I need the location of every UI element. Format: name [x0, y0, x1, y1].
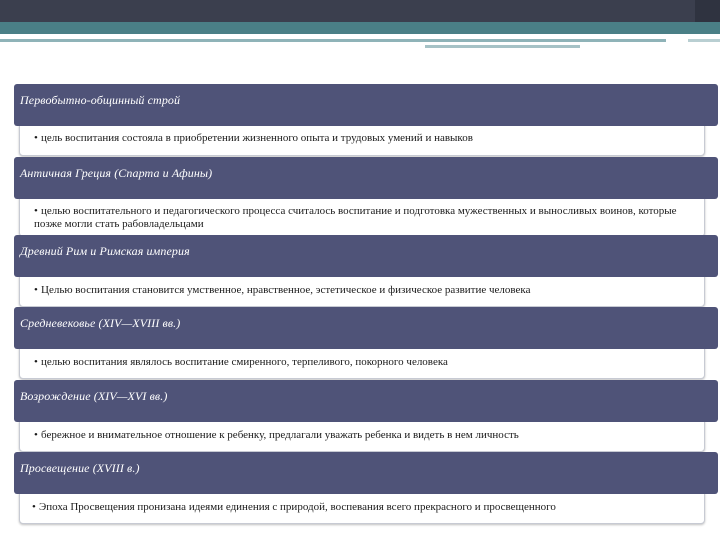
section-header: Просвещение (XVIII в.) [14, 452, 718, 494]
top-decor-bar [0, 0, 720, 22]
section-detail: • цель воспитания состояла в приобретении… [34, 132, 698, 145]
section-header: Первобытно-общинный строй [14, 84, 718, 126]
decor-line [425, 45, 580, 48]
section-detail-box: • бережное и внимательное отношение к реб… [19, 418, 705, 452]
bullet-icon: • [34, 284, 38, 296]
section-detail-box: • целью воспитания являлось воспитание см… [19, 345, 705, 379]
bullet-icon: • [34, 205, 38, 217]
teal-decor-band [0, 22, 720, 34]
section-header: Древний Рим и Римская империя [14, 235, 718, 277]
section-detail-text: бережное и внимательное отношение к ребе… [41, 429, 519, 441]
section-detail-text: цель воспитания состояла в приобретении … [41, 132, 473, 144]
section-detail: • целью воспитания являлось воспитание см… [34, 356, 698, 369]
section-detail-box: • целью воспитательного и педагогического… [19, 195, 705, 237]
section-detail: • бережное и внимательное отношение к реб… [34, 429, 698, 442]
section-detail-box: • Эпоха Просвещения пронизана идеями един… [19, 490, 705, 524]
section-detail-text: Эпоха Просвещения пронизана идеями едине… [39, 501, 556, 513]
bullet-icon: • [32, 501, 36, 513]
section-detail-box: • цель воспитания состояла в приобретении… [19, 122, 705, 156]
section-detail-box: • Целью воспитания становится умственное,… [19, 273, 705, 307]
section-detail: • Эпоха Просвещения пронизана идеями един… [32, 501, 702, 514]
section-detail-text: целью воспитательного и педагогического … [34, 205, 677, 230]
decor-line [688, 39, 720, 42]
section-header: Возрождение (XIV—XVI вв.) [14, 380, 718, 422]
bullet-icon: • [34, 429, 38, 441]
top-decor-accent [695, 0, 720, 22]
section-header: Средневековье (XIV—XVIII вв.) [14, 307, 718, 349]
section-detail-text: целью воспитания являлось воспитание сми… [41, 356, 448, 368]
decor-line [0, 39, 666, 42]
bullet-icon: • [34, 356, 38, 368]
section-header: Античная Греция (Спарта и Афины) [14, 157, 718, 199]
section-detail: • целью воспитательного и педагогического… [34, 205, 698, 231]
section-detail-text: Целью воспитания становится умственное, … [41, 284, 531, 296]
section-detail: • Целью воспитания становится умственное,… [34, 284, 698, 297]
bullet-icon: • [34, 132, 38, 144]
